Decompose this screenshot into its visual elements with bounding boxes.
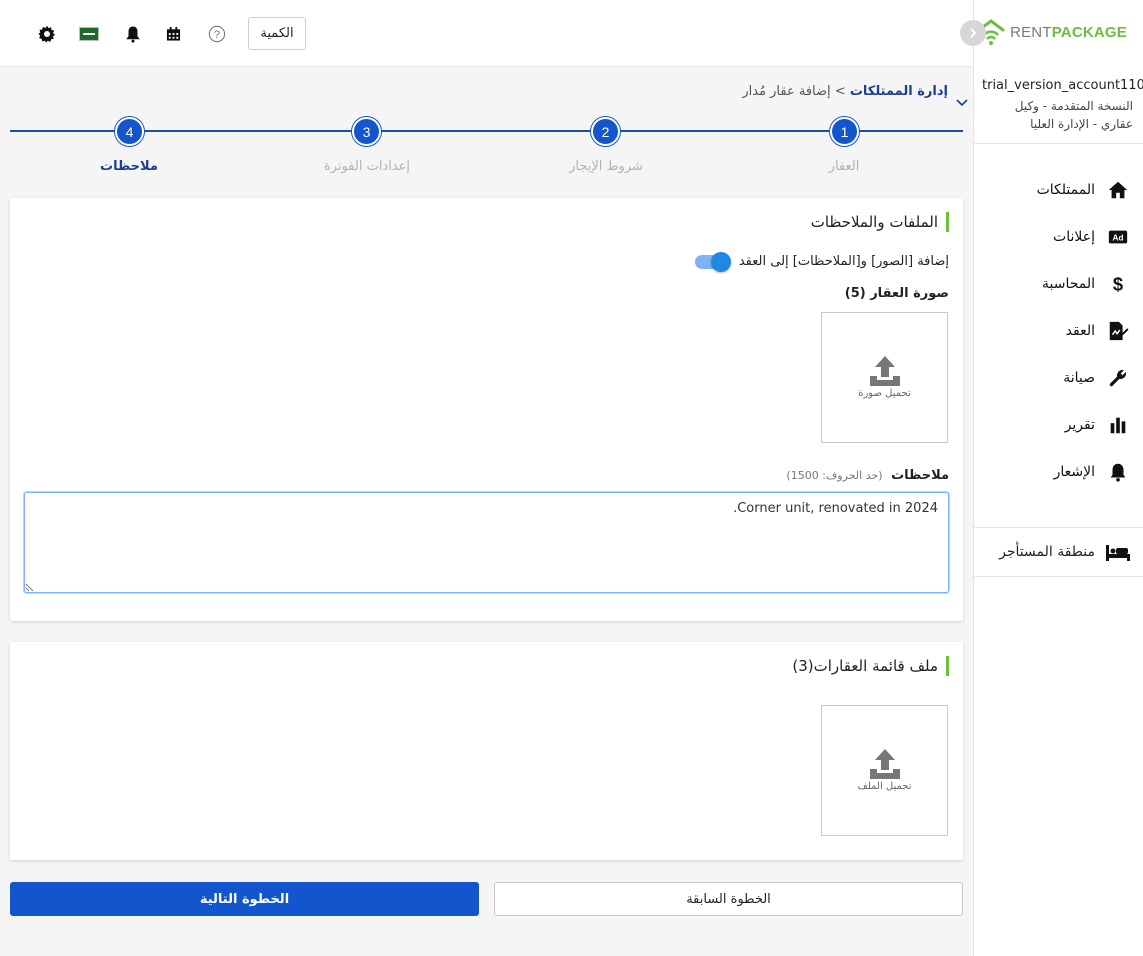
bell-icon — [126, 26, 140, 43]
files-notes-title: الملفات والملاحظات — [811, 212, 949, 232]
question-circle-icon: ? — [208, 25, 226, 43]
logo-text: RENTPACKAGE — [1010, 23, 1127, 41]
logo: RENTPACKAGE — [976, 16, 1127, 48]
step-2-circle[interactable]: 2 — [591, 117, 620, 146]
breadcrumb-current: إضافة عقار مُدار — [742, 84, 831, 99]
step-2-label: شروط الإيجار — [569, 159, 643, 174]
next-step-button[interactable]: الخطوة التالية — [10, 882, 479, 916]
toggle-knob — [710, 251, 731, 272]
add-to-contract-toggle[interactable] — [694, 251, 731, 272]
add-to-contract-row: إضافة [الصور] و[الملاحظات] إلى العقد — [694, 251, 949, 272]
sidebar-item-notifications[interactable]: الإشعار — [973, 448, 1143, 495]
contract-icon — [1109, 321, 1129, 340]
account-name: trial_version_account110 — [982, 78, 1143, 93]
sidebar-item-ads[interactable]: Ad إعلانات — [973, 213, 1143, 260]
breadcrumb-root-link[interactable]: إدارة الممتلكات — [850, 84, 948, 99]
sidebar-item-label: تقرير — [1064, 416, 1095, 433]
property-list-title: ملف قائمة العقارات(3) — [792, 656, 949, 676]
upload-photo-box[interactable]: تحميل صورة — [821, 312, 948, 443]
sidebar-nav: الممتلكات Ad إعلانات $ المحاسبة العقد صي… — [973, 166, 1143, 495]
sidebar-item-label: صيانة — [1063, 369, 1095, 386]
chevron-down-icon[interactable] — [956, 98, 968, 108]
dollar-icon: $ — [1113, 273, 1123, 294]
chevron-right-icon — [970, 28, 977, 38]
sidebar-item-tenant-area[interactable]: منطقة المستأجر — [973, 527, 1143, 577]
svg-text:?: ? — [214, 29, 220, 41]
calendar-icon — [166, 26, 180, 41]
breadcrumb-separator: > — [834, 84, 846, 99]
upload-icon — [869, 356, 900, 386]
upload-icon — [869, 749, 900, 779]
upload-photo-caption: تحميل صورة — [858, 388, 911, 399]
files-notes-card: الملفات والملاحظات إضافة [الصور] و[الملا… — [10, 198, 963, 621]
sidebar-item-properties[interactable]: الممتلكات — [973, 166, 1143, 213]
step-4-circle[interactable]: 4 — [115, 117, 144, 146]
account-info: trial_version_account110 النسخة المتقدمة… — [974, 68, 1143, 144]
account-role: النسخة المتقدمة - وكيل عقاري - الإدارة ا… — [1014, 99, 1133, 131]
property-list-file-card: ملف قائمة العقارات(3) تحميل الملف — [10, 642, 963, 860]
notes-label: ملاحظات (حد الحروف: 1500) — [786, 468, 949, 483]
sidebar: RENTPACKAGE trial_version_account110 الن… — [960, 0, 1143, 956]
language-flag-button[interactable] — [79, 27, 99, 41]
sidebar-item-label: المحاسبة — [1041, 275, 1095, 292]
notes-label-text: ملاحظات — [891, 468, 949, 483]
sidebar-item-label: العقد — [1065, 322, 1095, 339]
sidebar-item-contract[interactable]: العقد — [973, 307, 1143, 354]
sidebar-item-label: الممتلكات — [1036, 181, 1095, 198]
step-1-circle[interactable]: 1 — [830, 117, 859, 146]
settings-button[interactable] — [37, 24, 57, 44]
bell-icon — [1110, 463, 1126, 482]
sidebar-item-label: إعلانات — [1053, 228, 1095, 245]
wrench-icon — [1109, 369, 1126, 386]
previous-step-button[interactable]: الخطوة السابقة — [494, 882, 963, 916]
step-3-label: إعدادات الفوترة — [323, 159, 411, 174]
upload-file-caption: تحميل الملف — [857, 781, 912, 792]
svg-text:Ad: Ad — [1113, 233, 1124, 242]
upload-file-box[interactable]: تحميل الملف — [821, 705, 948, 836]
notifications-button[interactable] — [123, 24, 143, 44]
breadcrumb: إدارة الممتلكات > إضافة عقار مُدار — [742, 84, 948, 99]
add-to-contract-label: إضافة [الصور] و[الملاحظات] إلى العقد — [738, 254, 949, 269]
bar-chart-icon — [1110, 417, 1126, 433]
bed-icon — [1106, 545, 1130, 561]
ad-icon: Ad — [1108, 230, 1128, 243]
step-3-circle[interactable]: 3 — [352, 117, 381, 146]
property-photo-label: صورة العقار (5) — [844, 286, 949, 301]
help-button[interactable]: ? — [207, 24, 227, 44]
tenant-area-label: منطقة المستأجر — [999, 544, 1095, 560]
step-4-label: ملاحظات — [100, 159, 158, 174]
sidebar-item-maintenance[interactable]: صيانة — [973, 354, 1143, 401]
quantity-button[interactable]: الكمية — [248, 17, 306, 50]
home-icon — [1108, 181, 1128, 198]
gear-icon — [38, 25, 56, 43]
sidebar-item-report[interactable]: تقرير — [973, 401, 1143, 448]
sidebar-collapse-button[interactable] — [960, 20, 986, 46]
flag-icon — [83, 33, 95, 35]
stepper: 1 2 3 4 العقار شروط الإيجار إعدادات الفو… — [10, 110, 963, 180]
topbar: ? الكمية — [0, 0, 973, 67]
stepper-line — [10, 130, 963, 132]
notes-limit: (حد الحروف: 1500) — [786, 469, 883, 482]
notes-textarea[interactable] — [24, 492, 949, 593]
calendar-button[interactable] — [163, 24, 183, 44]
step-1-label: العقار — [828, 159, 860, 174]
sidebar-item-accounting[interactable]: $ المحاسبة — [973, 260, 1143, 307]
svg-text:$: $ — [1113, 273, 1123, 294]
sidebar-item-label: الإشعار — [1053, 463, 1095, 480]
